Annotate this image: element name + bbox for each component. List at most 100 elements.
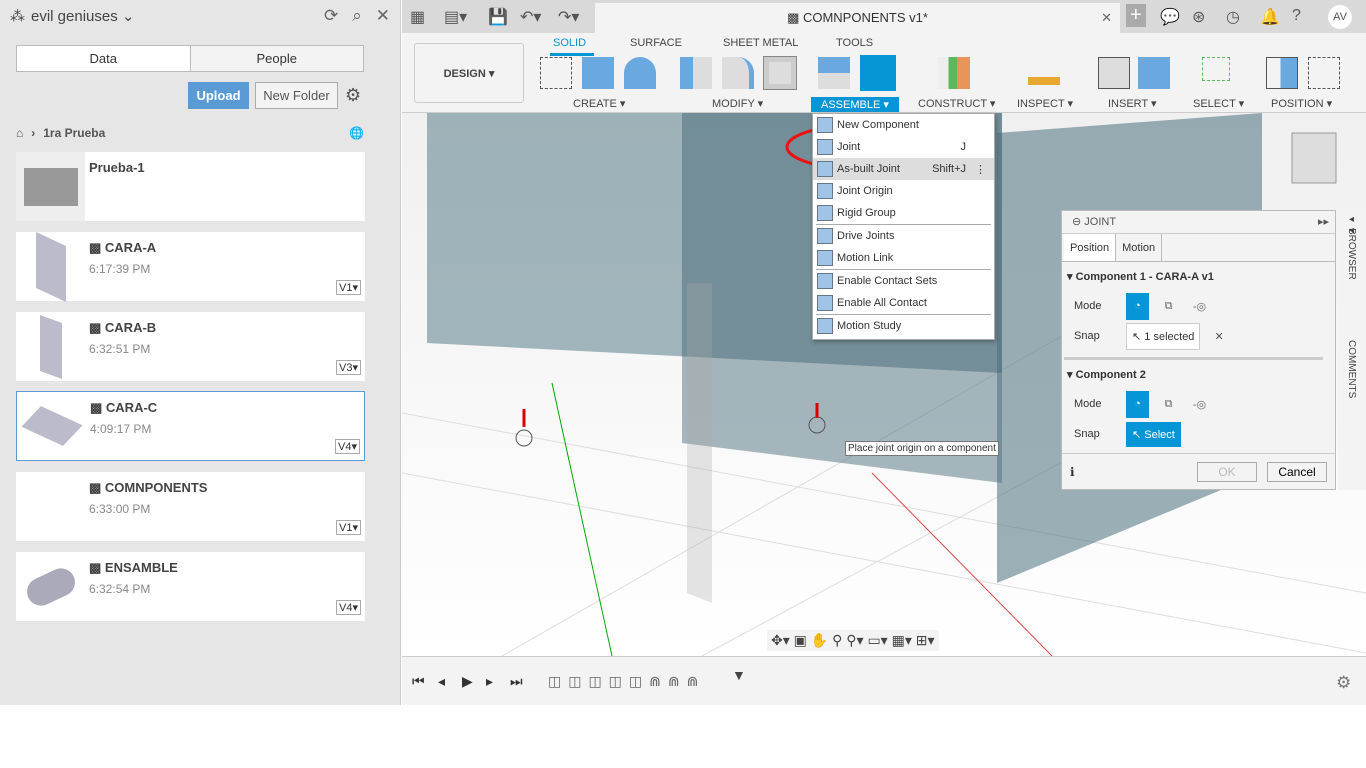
chat-icon[interactable]: 💬 (1160, 7, 1180, 27)
insert-menu[interactable]: INSERT ▾ (1108, 97, 1157, 110)
undo-icon[interactable]: ↶▾ (520, 7, 541, 27)
last-frame-icon[interactable]: ⏭ (510, 673, 523, 690)
tab-sheet-metal[interactable]: SHEET METAL (723, 37, 798, 49)
menu-item-new-component[interactable]: New Component (813, 114, 994, 136)
version-badge[interactable]: V3▾ (336, 360, 361, 375)
search-icon[interactable]: ⌕ (352, 6, 362, 26)
upload-button[interactable]: Upload (188, 82, 249, 109)
grid-menu-icon[interactable]: ▦ (410, 7, 425, 27)
insert-derive-icon[interactable] (1098, 57, 1130, 89)
file-item[interactable]: ▩ ENSAMBLE 6:32:54 PM V4▾ (16, 552, 365, 621)
construct-menu[interactable]: CONSTRUCT ▾ (918, 97, 995, 110)
menu-item-joint[interactable]: Joint J (813, 136, 994, 158)
new-tab-icon[interactable]: + (1126, 4, 1146, 27)
chevron-down-icon[interactable]: ⌄ (118, 7, 135, 25)
inspect-menu[interactable]: INSPECT ▾ (1017, 97, 1073, 110)
revolve-icon[interactable] (624, 57, 656, 89)
new-component-icon[interactable] (818, 57, 850, 89)
dialog-header[interactable]: ⊖ JOINT ▸▸ (1062, 211, 1335, 234)
file-icon[interactable]: ▤▾ (444, 7, 467, 27)
between-two-faces-icon[interactable]: ⧉ (1157, 300, 1180, 313)
orbit-icon[interactable]: ✥▾ (771, 632, 794, 648)
play-icon[interactable]: ▶ (462, 673, 473, 690)
close-tab-icon[interactable]: ✕ (1101, 3, 1112, 33)
snap-select-button[interactable]: ↖ Select (1126, 421, 1181, 447)
file-item[interactable]: ▩ COMNPONENTS 6:33:00 PM V1▾ (16, 472, 365, 541)
fit-icon[interactable]: ⚲▾ (846, 632, 867, 648)
extensions-icon[interactable]: ⊛ (1192, 7, 1205, 27)
file-item[interactable]: ▩ CARA-C 4:09:17 PM V4▾ (16, 391, 365, 461)
component1-header[interactable]: ▾ Component 1 - CARA-A v1 (1062, 262, 1335, 291)
expand-icon[interactable]: ▸▸ (1318, 211, 1329, 234)
timeline-features[interactable]: ◫◫◫◫◫⋒⋒⋒ (548, 673, 705, 690)
gear-icon[interactable]: ⚙ (1336, 673, 1351, 693)
menu-item-motion-study[interactable]: Motion Study (813, 315, 994, 337)
ok-button[interactable]: OK (1197, 461, 1257, 482)
file-item[interactable]: ▩ CARA-A 6:17:39 PM V1▾ (16, 231, 365, 302)
menu-item-enable-all-contact[interactable]: Enable All Contact (813, 292, 994, 314)
revert-position-icon[interactable] (1308, 57, 1340, 89)
grid-settings-icon[interactable]: ▦▾ (892, 632, 916, 648)
close-icon[interactable]: ✕ (376, 6, 390, 26)
tab-position[interactable]: Position (1064, 234, 1117, 261)
new-folder-button[interactable]: New Folder (255, 82, 338, 109)
zoom-icon[interactable]: ⚲ (832, 632, 846, 648)
modify-menu[interactable]: MODIFY ▾ (712, 97, 763, 110)
between-two-faces-icon[interactable]: ⧉ (1157, 398, 1180, 411)
offset-plane-icon[interactable] (938, 57, 970, 89)
measure-icon[interactable] (1028, 65, 1060, 85)
home-icon[interactable]: ⌂ (16, 126, 23, 140)
team-name[interactable]: evil geniuses (31, 8, 118, 25)
create-sketch-icon[interactable] (540, 57, 572, 89)
version-badge[interactable]: V1▾ (336, 280, 361, 295)
component2-header[interactable]: ▾ Component 2 (1062, 360, 1335, 389)
select-icon[interactable] (1202, 57, 1230, 81)
timeline-marker[interactable]: ▼ (732, 667, 746, 683)
tab-data[interactable]: Data (17, 46, 191, 71)
create-menu[interactable]: CREATE ▾ (573, 97, 625, 110)
globe-icon[interactable]: 🌐 (349, 126, 364, 140)
redo-icon[interactable]: ↷▾ (558, 7, 579, 27)
two-edge-intersection-icon[interactable]: -◎ (1188, 300, 1211, 313)
file-item[interactable]: ▩ CARA-B 6:32:51 PM V3▾ (16, 312, 365, 381)
next-step-icon[interactable]: ▸ (486, 673, 493, 690)
display-settings-icon[interactable]: ▭▾ (867, 632, 891, 648)
joint-icon[interactable] (860, 55, 896, 91)
menu-item-enable-contact-sets[interactable]: Enable Contact Sets (813, 270, 994, 292)
viewports-icon[interactable]: ⊞▾ (916, 632, 935, 648)
simple-mode-icon[interactable]: ◔ (1126, 390, 1149, 418)
version-badge[interactable]: V4▾ (336, 600, 361, 615)
snap-selection-1[interactable]: ↖ 1 selected (1126, 322, 1201, 350)
select-menu[interactable]: SELECT ▾ (1193, 97, 1244, 110)
save-icon[interactable]: 💾 (488, 7, 508, 27)
menu-item-as-built-joint[interactable]: As-built Joint Shift+J ⋮ (813, 158, 994, 180)
menu-item-rigid-group[interactable]: Rigid Group (813, 202, 994, 224)
tab-tools[interactable]: TOOLS (836, 37, 873, 49)
assemble-menu[interactable]: ASSEMBLE ▾ (811, 97, 899, 112)
breadcrumb-project[interactable]: 1ra Prueba (43, 126, 105, 140)
menu-item-joint-origin[interactable]: Joint Origin (813, 180, 994, 202)
menu-item-motion-link[interactable]: Motion Link (813, 247, 994, 269)
two-edge-intersection-icon[interactable]: -◎ (1188, 398, 1211, 411)
browser-tab[interactable]: BROWSER (1346, 228, 1357, 280)
refresh-icon[interactable]: ⟳ (324, 6, 338, 26)
tab-motion[interactable]: Motion (1116, 234, 1163, 261)
clear-selection-icon[interactable]: ✕ (1214, 330, 1223, 343)
workspace-switcher[interactable]: DESIGN ▾ (414, 43, 524, 103)
simple-mode-icon[interactable]: ◔ (1126, 292, 1149, 320)
notifications-icon[interactable]: 🔔 (1260, 7, 1280, 27)
menu-item-drive-joints[interactable]: Drive Joints (813, 225, 994, 247)
gear-icon[interactable]: ⚙ (345, 85, 361, 106)
capture-position-icon[interactable] (1266, 57, 1298, 89)
press-pull-icon[interactable] (680, 57, 712, 89)
extrude-icon[interactable] (582, 57, 614, 89)
document-tab[interactable]: ▩ COMNPONENTS v1* ✕ (595, 3, 1120, 33)
first-frame-icon[interactable]: ⏮ (412, 673, 425, 690)
fillet-icon[interactable] (722, 57, 754, 89)
version-badge[interactable]: V4▾ (335, 439, 360, 454)
cancel-button[interactable]: Cancel (1267, 461, 1327, 482)
pan-icon[interactable]: ✋ (811, 632, 832, 648)
tab-solid[interactable]: SOLID (553, 37, 586, 49)
info-icon[interactable]: ℹ (1070, 465, 1075, 479)
avatar[interactable]: AV (1328, 5, 1352, 29)
